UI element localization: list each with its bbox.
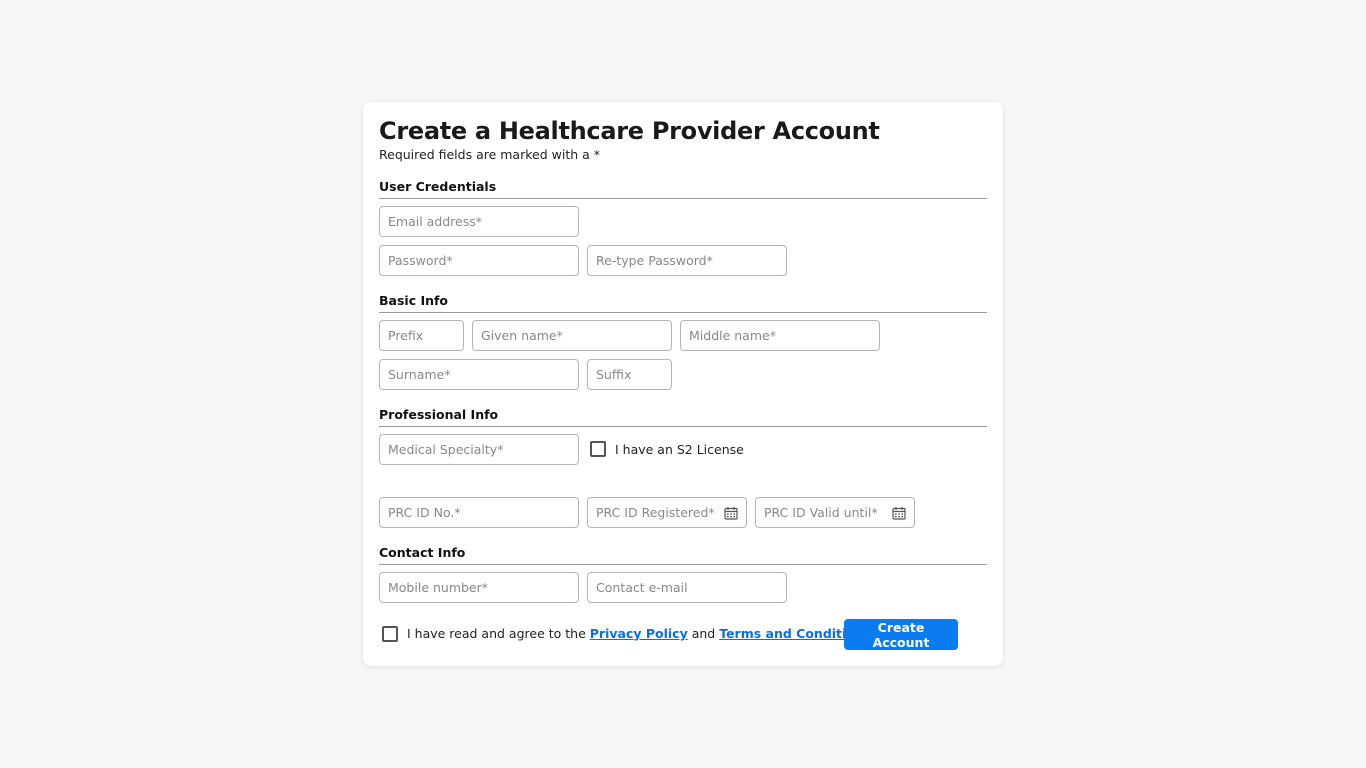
agreement-conjunction: and (687, 626, 720, 641)
medical-specialty-field[interactable] (379, 434, 579, 465)
agree-terms-checkbox[interactable] (382, 626, 398, 642)
prc-registered-date-field[interactable] (587, 497, 747, 528)
password-field[interactable] (379, 245, 579, 276)
prc-registered-date-input[interactable] (588, 498, 746, 527)
suffix-field[interactable] (587, 359, 672, 390)
section-heading-basic-info: Basic Info (379, 293, 987, 313)
agreement-text: I have read and agree to the Privacy Pol… (407, 626, 875, 641)
email-field[interactable] (379, 206, 579, 237)
calendar-icon[interactable] (892, 506, 906, 520)
surname-field[interactable] (379, 359, 579, 390)
middle-name-field[interactable] (680, 320, 880, 351)
section-heading-contact-info: Contact Info (379, 545, 987, 565)
contact-email-field[interactable] (587, 572, 787, 603)
privacy-policy-link[interactable]: Privacy Policy (590, 626, 688, 641)
section-heading-user-credentials: User Credentials (379, 179, 987, 199)
prefix-field[interactable] (379, 320, 464, 351)
prc-valid-until-date-field[interactable] (755, 497, 915, 528)
create-account-button[interactable]: Create Account (844, 619, 958, 650)
prc-id-number-field[interactable] (379, 497, 579, 528)
calendar-icon[interactable] (724, 506, 738, 520)
agreement-prefix: I have read and agree to the (407, 626, 590, 641)
section-heading-professional-info: Professional Info (379, 407, 987, 427)
registration-form-card: Create a Healthcare Provider Account Req… (363, 102, 1003, 666)
page-title: Create a Healthcare Provider Account (379, 117, 880, 145)
mobile-number-field[interactable] (379, 572, 579, 603)
required-fields-note: Required fields are marked with a * (379, 147, 600, 162)
s2-license-checkbox[interactable] (590, 441, 606, 457)
s2-license-label[interactable]: I have an S2 License (615, 442, 744, 457)
prc-valid-until-date-input[interactable] (756, 498, 914, 527)
retype-password-field[interactable] (587, 245, 787, 276)
given-name-field[interactable] (472, 320, 672, 351)
